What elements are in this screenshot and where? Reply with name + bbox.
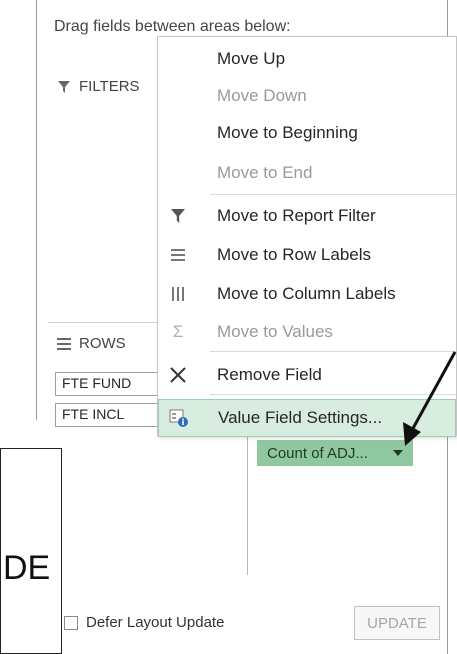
menu-item-move-to-report-filter[interactable]: Move to Report Filter — [158, 197, 456, 235]
overlay-caption-text: DE — [3, 549, 51, 587]
rows-label: ROWS — [79, 335, 126, 352]
columns-icon — [168, 284, 188, 304]
value-field-label: Count of ADJ... — [267, 444, 368, 462]
pointer-arrow-icon — [403, 351, 457, 446]
rows-icon — [57, 337, 71, 351]
rows-icon — [168, 245, 188, 265]
row-field-item[interactable]: FTE FUND — [55, 372, 170, 396]
defer-layout-label: Defer Layout Update — [86, 614, 225, 631]
menu-item-move-to-column-labels[interactable]: Move to Column Labels — [158, 275, 456, 313]
defer-layout-row[interactable]: Defer Layout Update — [64, 614, 224, 631]
menu-separator — [210, 194, 456, 195]
drag-hint: Drag fields between areas below: — [54, 18, 291, 35]
sigma-icon: Σ — [172, 322, 184, 341]
pane-border-left — [36, 0, 37, 420]
menu-item-move-up[interactable]: Move Up — [158, 40, 456, 78]
row-field-item[interactable]: FTE INCL — [55, 403, 170, 427]
rows-area-label: ROWS — [57, 335, 126, 352]
value-field-pill[interactable]: Count of ADJ... — [257, 440, 413, 466]
dropdown-arrow-icon[interactable] — [393, 450, 403, 456]
menu-item-move-to-end[interactable]: Move to End — [158, 154, 456, 192]
close-x-icon — [168, 365, 188, 385]
update-button[interactable]: UPDATE — [354, 606, 440, 640]
menu-item-move-to-row-labels[interactable]: Move to Row Labels — [158, 236, 456, 274]
filters-area-label: FILTERS — [57, 78, 140, 95]
filters-label: FILTERS — [79, 78, 140, 95]
area-divider-horizontal — [48, 322, 160, 323]
filter-icon — [168, 206, 188, 226]
menu-item-move-down[interactable]: Move Down — [158, 77, 456, 115]
overlay-caption-box: DE — [0, 448, 62, 654]
filter-icon — [57, 80, 71, 94]
menu-item-move-to-values[interactable]: Σ Move to Values — [158, 313, 456, 351]
defer-layout-checkbox[interactable] — [64, 615, 78, 630]
field-settings-icon — [169, 408, 189, 428]
menu-item-move-to-beginning[interactable]: Move to Beginning — [158, 114, 456, 152]
